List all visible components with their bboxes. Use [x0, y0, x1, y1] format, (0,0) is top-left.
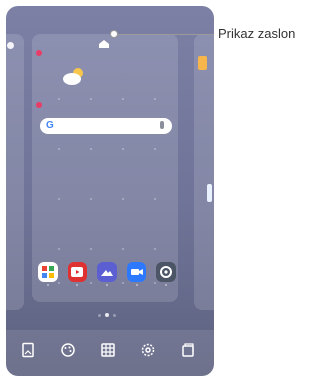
- home-screen-preview: G: [6, 6, 214, 376]
- home-edit-toolbar: [6, 330, 214, 376]
- mini-app-icon: [198, 56, 207, 70]
- settings-icon[interactable]: [134, 338, 162, 362]
- widgets-icon[interactable]: [94, 338, 122, 362]
- google-search-bar[interactable]: G: [40, 118, 172, 134]
- right-page-preview[interactable]: [194, 34, 214, 310]
- video-call-app-icon[interactable]: [126, 262, 147, 286]
- google-logo: G: [46, 120, 54, 131]
- app-icons-row: [38, 260, 176, 286]
- current-page-preview[interactable]: G: [32, 34, 178, 302]
- youtube-app-icon[interactable]: [67, 262, 88, 286]
- left-page-preview[interactable]: [6, 34, 24, 310]
- wallpaper-icon[interactable]: [14, 338, 42, 362]
- callout-dot: [110, 30, 118, 38]
- settings-app-icon[interactable]: [156, 262, 176, 286]
- photos-app-icon[interactable]: [38, 262, 58, 286]
- mini-widget-icon: [207, 184, 212, 202]
- callout-label: Prikaz zaslon: [218, 26, 296, 41]
- gallery-app-icon[interactable]: [97, 262, 117, 286]
- home-icon[interactable]: [96, 38, 112, 50]
- page-edge-dot: [7, 42, 14, 49]
- themes-icon[interactable]: [54, 338, 82, 362]
- pages-icon[interactable]: [174, 338, 202, 362]
- page-indicator[interactable]: [98, 311, 122, 319]
- microphone-icon[interactable]: [160, 121, 164, 129]
- callout-line: [114, 34, 214, 35]
- notification-dot: [36, 50, 42, 56]
- weather-cloud-sun-icon[interactable]: [60, 66, 88, 86]
